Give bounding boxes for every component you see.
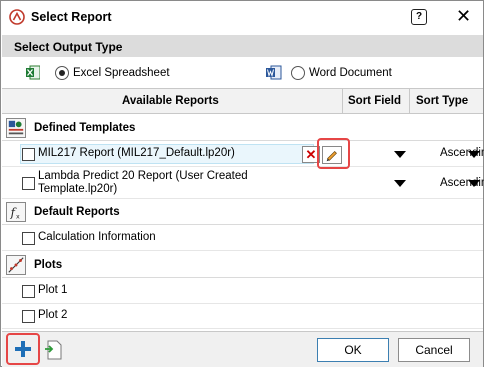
report-checkbox[interactable]	[22, 177, 35, 190]
report-label-line2: Template.lp20r)	[38, 183, 118, 195]
sort-type-dropdown-arrow[interactable]	[468, 180, 480, 187]
excel-radio[interactable]	[55, 66, 69, 80]
select-report-dialog: Select Report ? ✕ Select Output Type Exc…	[0, 0, 484, 367]
sort-field-dropdown-arrow[interactable]	[394, 151, 406, 158]
svg-text:x: x	[16, 213, 20, 220]
import-template-icon[interactable]	[44, 340, 62, 360]
report-row-mil217[interactable]: MIL217 Report (MIL217_Default.lp20r) ✕ A…	[2, 138, 484, 169]
excel-option-label[interactable]: Excel Spreadsheet	[73, 67, 170, 79]
templates-icon	[6, 118, 26, 138]
report-label: MIL217 Report (MIL217_Default.lp20r)	[38, 147, 235, 159]
output-type-header: Select Output Type	[2, 35, 483, 57]
add-highlight-box	[6, 333, 40, 365]
output-type-options: Excel Spreadsheet Word Document	[2, 59, 483, 87]
report-checkbox[interactable]	[22, 232, 35, 245]
edit-highlight-box	[317, 138, 350, 169]
category-label: Default Reports	[34, 206, 120, 218]
help-icon[interactable]: ?	[411, 9, 427, 25]
reports-grid: Available Reports Sort Field Sort Type D…	[2, 88, 484, 329]
category-plots: Plots	[2, 252, 483, 278]
column-available-reports: Available Reports	[122, 95, 219, 107]
word-icon	[266, 65, 282, 80]
ok-button[interactable]: OK	[317, 338, 389, 362]
report-row-plot-2[interactable]: Plot 2	[2, 303, 483, 329]
app-logo-icon	[9, 9, 25, 25]
report-label: Calculation Information	[38, 231, 156, 243]
category-defined-templates: Defined Templates	[2, 115, 483, 141]
report-label: Plot 2	[38, 309, 68, 321]
plot-icon	[6, 255, 26, 275]
report-label: Plot 1	[38, 284, 68, 296]
title-bar: Select Report ? ✕	[1, 1, 483, 33]
column-sort-type: Sort Type	[416, 95, 469, 107]
window-title: Select Report	[31, 10, 112, 24]
category-label: Defined Templates	[34, 122, 136, 134]
report-checkbox[interactable]	[22, 285, 35, 298]
word-radio[interactable]	[291, 66, 305, 80]
category-default-reports: f x Default Reports	[2, 199, 483, 225]
report-row-calculation-information[interactable]: Calculation Information	[2, 225, 483, 251]
category-label: Plots	[34, 259, 63, 271]
report-row-plot-1[interactable]: Plot 1	[2, 278, 483, 304]
cancel-button[interactable]: Cancel	[398, 338, 470, 362]
close-icon[interactable]: ✕	[456, 6, 471, 26]
function-icon: f x	[6, 202, 26, 222]
excel-icon	[26, 65, 40, 80]
report-checkbox[interactable]	[22, 310, 35, 323]
report-label-line1: Lambda Predict 20 Report (User Created	[38, 170, 248, 182]
column-sort-field: Sort Field	[348, 95, 402, 107]
word-option-label[interactable]: Word Document	[309, 67, 392, 79]
report-row-lambda-predict[interactable]: Lambda Predict 20 Report (User Created T…	[2, 169, 484, 199]
grid-header: Available Reports Sort Field Sort Type	[2, 89, 483, 114]
sort-field-dropdown-arrow[interactable]	[394, 180, 406, 187]
dialog-footer: OK Cancel	[2, 331, 483, 367]
report-checkbox[interactable]	[22, 148, 35, 161]
sort-type-dropdown-arrow[interactable]	[468, 151, 480, 158]
